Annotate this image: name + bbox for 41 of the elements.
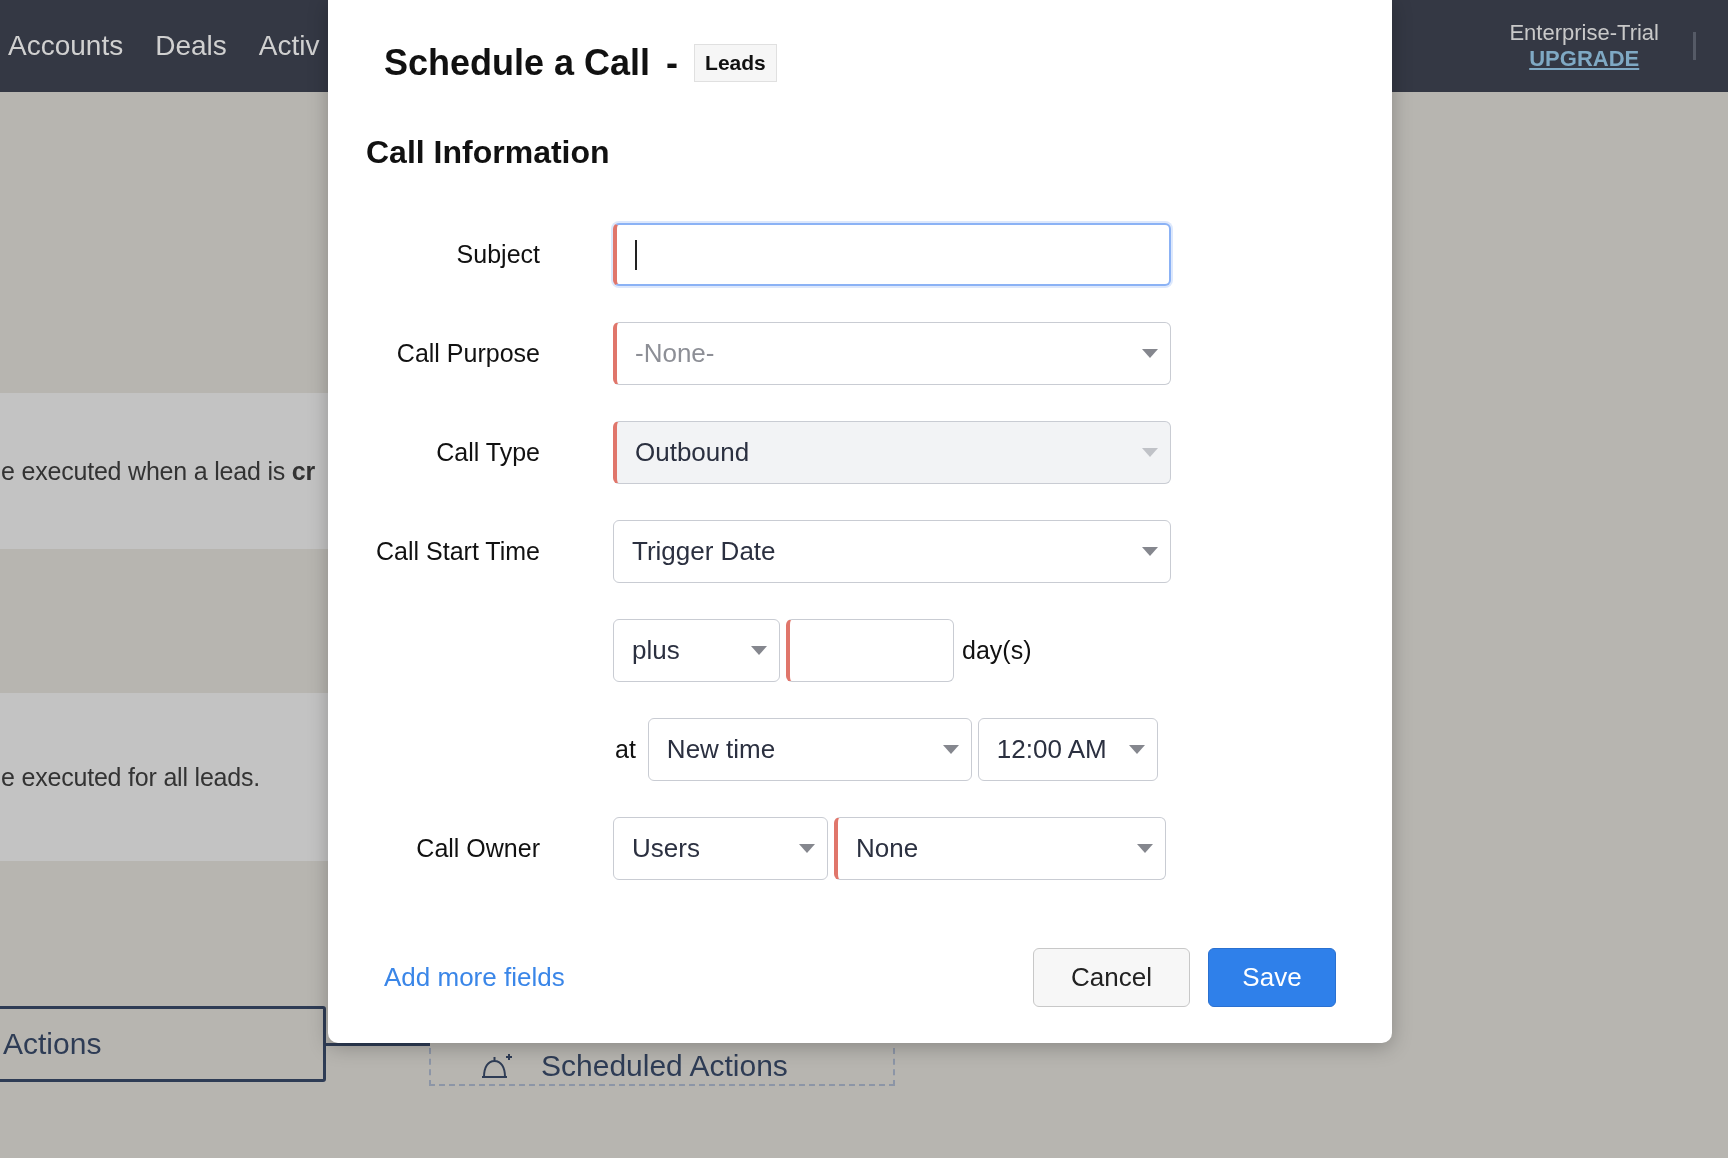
title-separator: - — [666, 42, 679, 84]
dropdown-caret-icon — [1137, 844, 1153, 853]
upgrade-link[interactable]: UPGRADE — [1529, 46, 1640, 72]
rule-description: e executed for all leads. — [1, 762, 261, 792]
field-suffix: at — [614, 735, 637, 764]
nav-tab[interactable]: Activ — [258, 30, 320, 62]
flow-label: Scheduled Actions — [541, 1049, 788, 1083]
dropdown-field[interactable]: plus — [613, 619, 780, 682]
field-suffix: day(s) — [961, 636, 1033, 665]
add-more-fields-link[interactable]: Add more fields — [384, 962, 565, 993]
dropdown-caret-icon — [1142, 448, 1158, 457]
save-button[interactable]: Save — [1208, 948, 1336, 1007]
scheduled-actions-box[interactable]: Scheduled Actions — [429, 1048, 895, 1086]
dropdown-field[interactable]: None — [834, 817, 1166, 880]
dropdown-caret-icon — [942, 745, 959, 754]
actions-box[interactable]: Actions — [0, 1006, 326, 1082]
dropdown-caret-icon — [1128, 745, 1145, 754]
dropdown-caret-icon — [799, 844, 815, 853]
cancel-button[interactable]: Cancel — [1033, 948, 1190, 1007]
dropdown-field[interactable]: 12:00 AM — [977, 718, 1158, 781]
nav-tab[interactable]: Accounts — [8, 30, 124, 62]
field-label: Call Start Time — [375, 536, 540, 566]
field-label: Call Purpose — [395, 338, 540, 368]
field-label: Call Type — [435, 437, 540, 467]
nav-tab[interactable]: Deals — [155, 30, 227, 62]
bell-plus-icon — [479, 1053, 513, 1079]
dropdown-caret-icon — [751, 646, 767, 655]
dropdown-caret-icon — [1142, 547, 1158, 556]
dialog-title: Schedule a Call — [384, 42, 651, 84]
dropdown-field[interactable]: Trigger Date — [613, 520, 1171, 583]
text-input-field[interactable] — [613, 223, 1171, 286]
section-title: Call Information — [366, 134, 611, 171]
dropdown-field[interactable]: Users — [613, 817, 828, 880]
field-label: Subject — [455, 239, 540, 269]
dropdown-caret-icon — [1142, 349, 1158, 358]
rule-description: e executed when a lead is cr — [1, 456, 316, 486]
dropdown-field[interactable]: New time — [647, 718, 972, 781]
field-label: Call Owner — [415, 833, 540, 863]
module-tag: Leads — [694, 44, 777, 82]
text-input-field[interactable] — [786, 619, 954, 682]
plan-name: Enterprise-Trial — [1509, 20, 1659, 46]
